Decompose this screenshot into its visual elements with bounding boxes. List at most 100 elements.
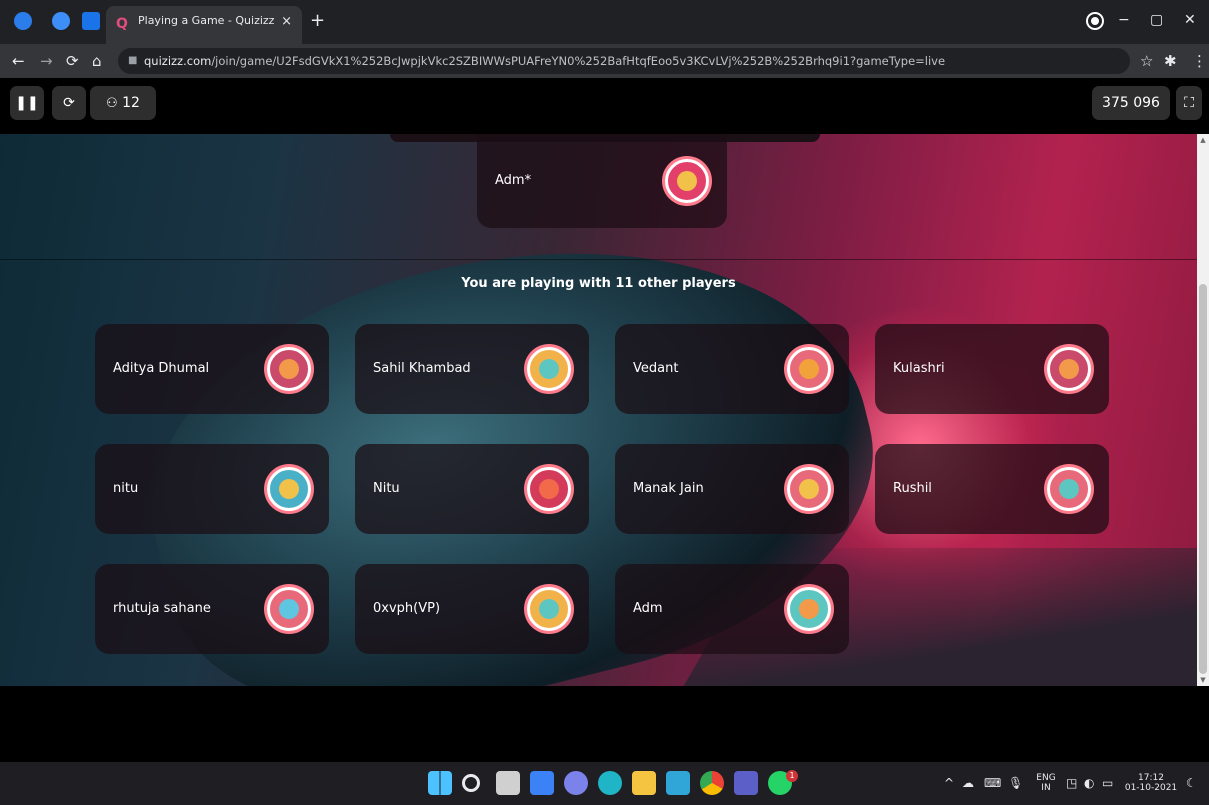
- close-window-button[interactable]: ✕: [1184, 12, 1196, 28]
- player-name: Adm: [633, 601, 663, 616]
- quizizz-favicon-icon: Q: [116, 16, 128, 32]
- tab-title: Playing a Game - Quizizz: [138, 14, 275, 27]
- language-indicator[interactable]: ENG IN: [1032, 773, 1060, 793]
- clock-time: 17:12: [1138, 773, 1164, 783]
- extension-icon-teal[interactable]: [52, 12, 70, 30]
- restart-button[interactable]: ⟳: [52, 86, 86, 120]
- reload-icon[interactable]: ⟳: [66, 52, 79, 70]
- profile-icon[interactable]: [1088, 14, 1102, 28]
- player-name: Aditya Dhumal: [113, 361, 210, 376]
- player-card: Vedant: [615, 324, 849, 414]
- scrollbar-thumb[interactable]: [1199, 284, 1207, 674]
- players-status-text: You are playing with 11 other players: [461, 276, 736, 291]
- player-card: Rushil: [875, 444, 1109, 534]
- player-avatar-icon: [1047, 347, 1091, 391]
- address-bar[interactable]: ■ quizizz.com/join/game/U2FsdGVkX1%252Bc…: [118, 48, 1130, 74]
- edge-browser-icon[interactable]: [598, 771, 622, 795]
- player-name: Kulashri: [893, 361, 945, 376]
- player-card: nitu: [95, 444, 329, 534]
- url-host: quizizz.com: [144, 54, 212, 68]
- empty-space: [0, 686, 1209, 762]
- player-avatar-icon: [527, 587, 571, 631]
- clock[interactable]: 17:12 01-10-2021: [1122, 773, 1180, 793]
- pause-button[interactable]: ❚❚: [10, 86, 44, 120]
- widgets-icon[interactable]: [530, 771, 554, 795]
- player-name: Sahil Khambad: [373, 361, 471, 376]
- player-count: 12: [122, 95, 140, 111]
- teams-icon[interactable]: [734, 771, 758, 795]
- player-card: Nitu: [355, 444, 589, 534]
- search-icon[interactable]: [462, 774, 480, 792]
- player-card: Adm: [615, 564, 849, 654]
- maximize-button[interactable]: ▢: [1150, 12, 1163, 28]
- player-name: nitu: [113, 481, 139, 496]
- menu-kebab-icon[interactable]: ⋮: [1192, 52, 1207, 70]
- current-player-card: Adm*: [477, 134, 727, 228]
- player-card: Kulashri: [875, 324, 1109, 414]
- tab-close-icon[interactable]: ×: [281, 14, 292, 29]
- task-view-icon[interactable]: [496, 771, 520, 795]
- player-name: Rushil: [893, 481, 932, 496]
- current-player-name: Adm*: [495, 173, 532, 188]
- player-name: rhutuja sahane: [113, 601, 211, 616]
- player-avatar-icon: [787, 587, 831, 631]
- player-avatar-icon: [787, 347, 831, 391]
- home-icon[interactable]: ⌂: [92, 52, 102, 70]
- divider: [0, 259, 1197, 260]
- browser-tab-active[interactable]: Q Playing a Game - Quizizz ×: [106, 6, 302, 44]
- keyboard-icon[interactable]: ⌨: [984, 776, 1001, 790]
- tray-overflow-icon[interactable]: ^: [944, 776, 954, 790]
- score-display: 375 096: [1092, 86, 1170, 120]
- file-explorer-icon[interactable]: [632, 771, 656, 795]
- player-card: Manak Jain: [615, 444, 849, 534]
- windows-taskbar: ^ ☁ ⌨ 🎙 ENG IN ◳ ◐ ▭ 17:12 01-10-2021 ☾: [0, 762, 1209, 805]
- url-path: /join/game/U2FsdGVkX1%252BcJwpjkVkc2SZBI…: [211, 54, 946, 68]
- network-icon[interactable]: ◳: [1066, 776, 1077, 790]
- player-card: Aditya Dhumal: [95, 324, 329, 414]
- notifications-icon[interactable]: ☾: [1186, 776, 1197, 790]
- chrome-icon[interactable]: [700, 771, 724, 795]
- player-avatar-icon: [787, 467, 831, 511]
- bookmark-star-icon[interactable]: ☆: [1140, 52, 1153, 70]
- extensions-puzzle-icon[interactable]: ✱: [1164, 52, 1177, 70]
- player-card: 0xvph(VP): [355, 564, 589, 654]
- player-name: Vedant: [633, 361, 679, 376]
- teams-chat-icon[interactable]: [564, 771, 588, 795]
- extension-icon-image[interactable]: [82, 12, 100, 30]
- microphone-icon[interactable]: 🎙: [1008, 776, 1023, 790]
- extension-icon-blue[interactable]: [14, 12, 32, 30]
- scroll-down-icon[interactable]: ▼: [1197, 676, 1209, 684]
- fullscreen-button[interactable]: ⛶: [1176, 86, 1202, 120]
- browser-toolbar: ← → ⟳ ⌂ ■ quizizz.com/join/game/U2FsdGVk…: [0, 44, 1209, 78]
- app-l-icon[interactable]: [666, 771, 690, 795]
- lock-icon: ■: [128, 55, 138, 66]
- battery-icon[interactable]: ▭: [1102, 776, 1113, 790]
- player-avatar-icon: [527, 347, 571, 391]
- lang-bottom: IN: [1041, 783, 1051, 793]
- player-card: Sahil Khambad: [355, 324, 589, 414]
- player-avatar-icon: [267, 347, 311, 391]
- current-player-avatar-icon: [665, 159, 709, 203]
- onedrive-icon[interactable]: ☁: [962, 776, 974, 790]
- minimize-button[interactable]: −: [1118, 12, 1130, 28]
- player-name: 0xvph(VP): [373, 601, 441, 616]
- players-icon: ⚇: [106, 96, 118, 111]
- player-avatar-icon: [1047, 467, 1091, 511]
- player-avatar-icon: [527, 467, 571, 511]
- player-avatar-icon: [267, 467, 311, 511]
- new-tab-button[interactable]: +: [310, 12, 325, 30]
- player-count-button[interactable]: ⚇ 12: [90, 86, 156, 120]
- volume-icon[interactable]: ◐: [1084, 776, 1094, 790]
- browser-tab-bar: Q Playing a Game - Quizizz × + − ▢ ✕: [0, 0, 1209, 44]
- scroll-up-icon[interactable]: ▲: [1197, 136, 1209, 144]
- player-card: rhutuja sahane: [95, 564, 329, 654]
- clock-date: 01-10-2021: [1124, 783, 1178, 793]
- scrollbar[interactable]: ▲ ▼: [1197, 134, 1209, 686]
- windows-start-icon[interactable]: [428, 771, 452, 795]
- player-name: Nitu: [373, 481, 400, 496]
- back-icon[interactable]: ←: [12, 52, 25, 70]
- player-avatar-icon: [267, 587, 311, 631]
- player-name: Manak Jain: [633, 481, 704, 496]
- forward-icon[interactable]: →: [40, 52, 53, 70]
- whatsapp-badge: 1: [786, 770, 798, 782]
